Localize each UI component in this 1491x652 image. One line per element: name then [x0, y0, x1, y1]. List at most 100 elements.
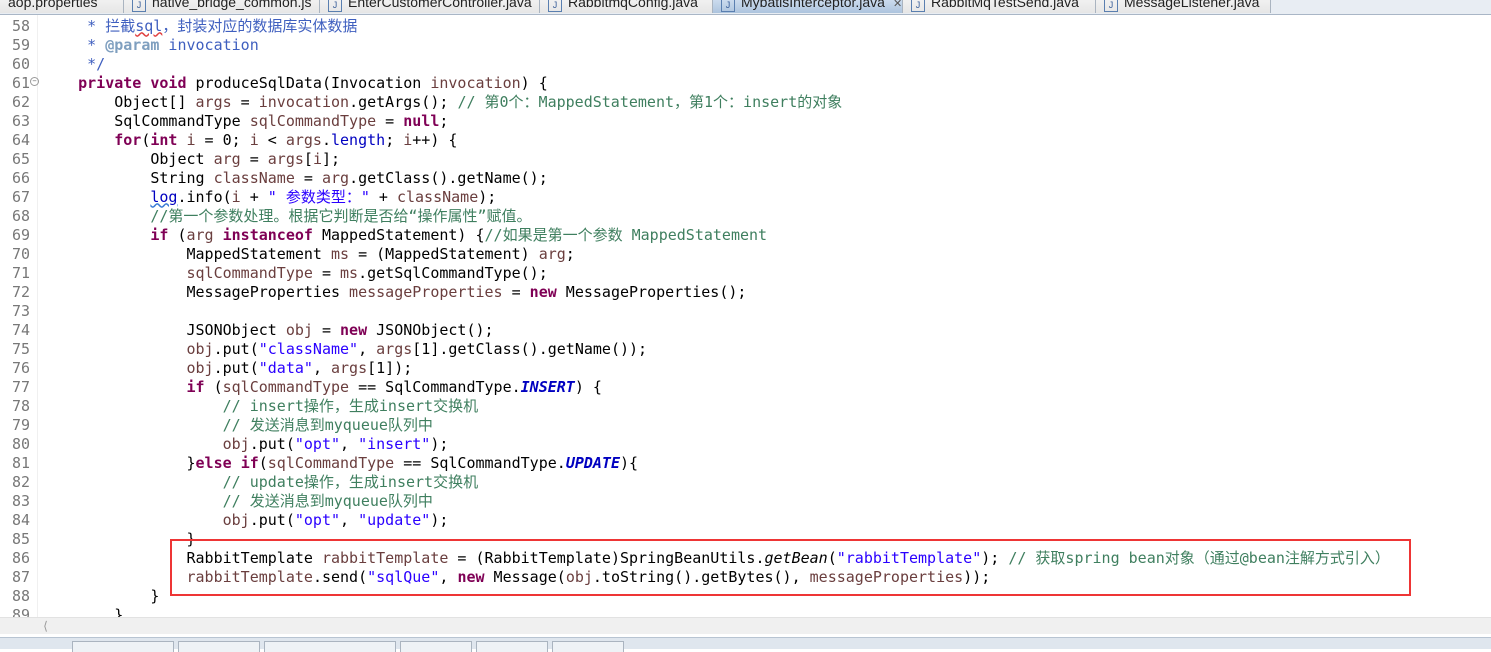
- line-number: 79: [11, 415, 30, 434]
- code-line[interactable]: Object[] args = invocation.getArgs(); //…: [42, 93, 842, 112]
- code-token: arg: [213, 149, 241, 168]
- line-number: 87: [11, 567, 30, 586]
- code-token: (: [204, 377, 223, 396]
- code-token: MessageProperties();: [556, 282, 747, 301]
- tab-messagelistener-java[interactable]: J MessageListener.java: [1096, 0, 1271, 13]
- code-token: i: [312, 149, 322, 168]
- code-token: MessageProperties: [42, 282, 350, 301]
- code-token: // insert操作，生成insert交换机: [222, 396, 479, 415]
- tab-label: RabbitmqConfig.java: [568, 0, 698, 10]
- code-line[interactable]: obj.put("className", args[1].getClass().…: [42, 339, 648, 359]
- code-token: args: [331, 358, 368, 377]
- line-number: 62: [11, 92, 30, 111]
- code-editor[interactable]: 58 59 60 61−62 63 64 65 66 67 68 69 70 71 72 73 74 75 76 7…: [0, 15, 1491, 617]
- tab-label: EnterCustomerController.java: [348, 0, 532, 10]
- code-line[interactable]: JSONObject obj = new JSONObject();: [42, 320, 493, 340]
- code-token: ，封装对应的数据库实体数据: [162, 16, 358, 35]
- bottom-panel-tab[interactable]: [476, 641, 548, 652]
- tab-label: RabbitMqTestSend.java: [931, 0, 1079, 10]
- code-token: String: [42, 168, 214, 187]
- code-token: ) {: [574, 377, 602, 396]
- code-token: obj: [222, 434, 250, 453]
- code-line[interactable]: */: [42, 55, 105, 74]
- bottom-panel-tab[interactable]: [178, 641, 260, 652]
- code-line[interactable]: SqlCommandType sqlCommandType = null;: [42, 112, 448, 131]
- horizontal-scrollbar[interactable]: ⟨: [0, 617, 1491, 634]
- tab-rabbitmqconfig-java[interactable]: J RabbitmqConfig.java: [540, 0, 713, 13]
- code-line[interactable]: //第一个参数处理。根据它判断是否给“操作属性”赋值。: [42, 207, 531, 226]
- bottom-panel-tab[interactable]: [400, 641, 472, 652]
- code-line[interactable]: if (sqlCommandType == SqlCommandType.INS…: [42, 378, 602, 397]
- line-number: 85: [11, 529, 30, 548]
- line-number: 84: [11, 510, 30, 529]
- code-line[interactable]: MappedStatement ms = (MappedStatement) a…: [42, 244, 574, 264]
- code-line[interactable]: * @param invocation: [42, 36, 259, 55]
- code-line[interactable]: if (arg instanceof MappedStatement) {//如…: [42, 226, 767, 245]
- java-file-icon: J: [911, 0, 925, 12]
- code-token: =: [312, 320, 341, 339]
- code-token: invocation: [159, 35, 259, 54]
- code-line[interactable]: * 拦截sql，封装对应的数据库实体数据: [42, 17, 357, 36]
- code-line[interactable]: }else if(sqlCommandType == SqlCommandTyp…: [42, 454, 638, 473]
- tab-mybatisinterceptor-java[interactable]: J MybatisInterceptor.java ✕: [713, 0, 903, 13]
- line-number: 59: [11, 35, 30, 54]
- collapse-fold-icon[interactable]: −: [30, 76, 39, 86]
- code-line[interactable]: String className = arg.getClass().getNam…: [42, 168, 547, 188]
- code-token: MappedStatement: [42, 244, 331, 263]
- code-token: =: [240, 149, 268, 168]
- line-number: 78: [11, 396, 30, 415]
- code-token: // update操作，生成insert交换机: [222, 472, 479, 491]
- code-token: .put(: [249, 510, 295, 529]
- code-line[interactable]: // update操作，生成insert交换机: [42, 473, 478, 492]
- code-token: .put(: [213, 339, 259, 358]
- line-number: 65: [11, 149, 30, 168]
- code-line[interactable]: // 发送消息到myqueue队列中: [42, 416, 433, 435]
- code-token: Object[]: [42, 92, 196, 111]
- code-token: .info(: [177, 187, 232, 206]
- line-number: 70: [11, 244, 30, 263]
- tab-entercustomercontroller-java[interactable]: J EnterCustomerController.java: [320, 0, 540, 13]
- bottom-panel-tab[interactable]: [552, 641, 624, 652]
- tab-aop-properties[interactable]: aop.properties: [0, 0, 124, 13]
- line-number: 66: [11, 168, 30, 187]
- bottom-panel-tab[interactable]: [72, 641, 174, 652]
- code-token: ,: [358, 339, 377, 358]
- code-token: ++) {: [412, 130, 458, 149]
- code-line[interactable]: Object arg = args[i];: [42, 150, 340, 169]
- close-tab-icon[interactable]: ✕: [893, 0, 902, 10]
- code-token: .getSqlCommandType();: [358, 263, 548, 282]
- tab-rabbitmqtestsend-java[interactable]: J RabbitMqTestSend.java: [903, 0, 1096, 13]
- js-file-icon: J: [132, 0, 146, 12]
- line-number: 60: [11, 54, 30, 73]
- code-line[interactable]: }: [42, 587, 159, 606]
- bottom-panel-tab[interactable]: [264, 641, 396, 652]
- code-token: .put(: [249, 434, 295, 453]
- code-line[interactable]: log.info(i + " 参数类型：" + className);: [42, 188, 496, 207]
- code-line[interactable]: private void produceSqlData(Invocation i…: [42, 74, 548, 93]
- code-line[interactable]: for(int i = 0; i < args.length; i++) {: [42, 131, 457, 150]
- editor-tab-bar: aop.properties Jnative_bridge_common.js J E…: [0, 0, 1491, 15]
- line-number: 67: [11, 187, 30, 206]
- code-token: arg: [321, 168, 350, 187]
- tab-native-bridge-common-js[interactable]: Jnative_bridge_common.js: [124, 0, 320, 13]
- code-line[interactable]: // insert操作，生成insert交换机: [42, 397, 478, 416]
- tab-label: native_bridge_common.js: [152, 0, 312, 10]
- code-line[interactable]: MessageProperties messageProperties = ne…: [42, 283, 746, 302]
- code-line[interactable]: obj.put("opt", "update");: [42, 510, 449, 530]
- code-token: args: [285, 130, 322, 149]
- code-line[interactable]: }: [42, 606, 123, 618]
- code-line[interactable]: obj.put("opt", "insert");: [42, 434, 449, 454]
- code-line[interactable]: obj.put("data", args[1]);: [42, 358, 413, 378]
- code-token: instanceof: [222, 225, 313, 244]
- line-number: 77: [11, 377, 30, 396]
- code-line[interactable]: // 发送消息到myqueue队列中: [42, 492, 433, 511]
- code-line[interactable]: sqlCommandType = ms.getSqlCommandType();: [42, 264, 548, 283]
- code-token: length: [331, 130, 386, 149]
- scroll-left-icon[interactable]: ⟨: [42, 618, 49, 634]
- code-token: "opt": [294, 510, 341, 529]
